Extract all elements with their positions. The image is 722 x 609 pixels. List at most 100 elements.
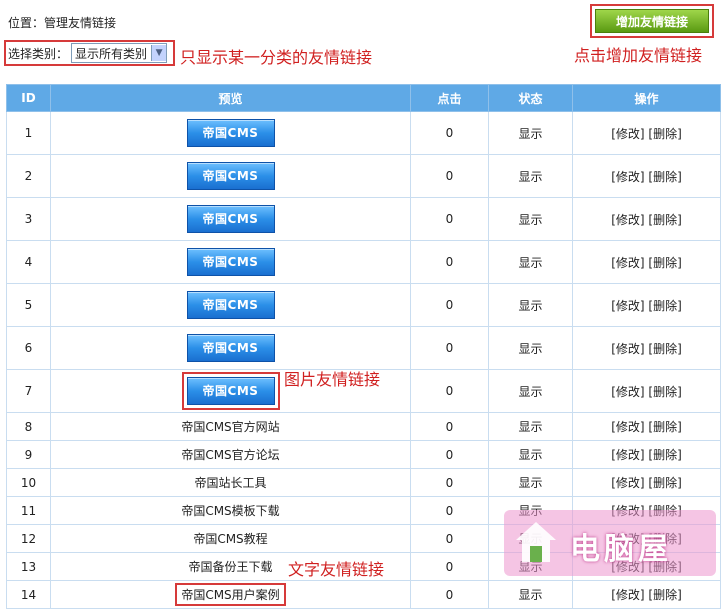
watermark-text: 电脑屋 [570, 532, 672, 567]
image-link-preview[interactable]: 帝国CMS [186, 162, 275, 190]
cell-status: 显示 [488, 111, 573, 155]
header-clicks: 点击 [410, 84, 489, 112]
text-link-preview[interactable]: 帝国CMS用户案例 [181, 588, 279, 602]
cell-preview: 帝国CMS [50, 326, 411, 370]
cell-id: 10 [6, 468, 51, 497]
cell-preview: 帝国CMS [50, 240, 411, 284]
delete-link[interactable]: [删除] [648, 213, 681, 227]
category-select-value: 显示所有类别 [75, 46, 148, 61]
delete-link[interactable]: [删除] [648, 385, 681, 399]
image-link-preview[interactable]: 帝国CMS [186, 205, 275, 233]
cell-status: 显示 [488, 412, 573, 441]
header-preview: 预览 [50, 84, 411, 112]
image-link-preview[interactable]: 帝国CMS [186, 248, 275, 276]
table-row: 9 帝国CMS官方论坛 0 显示 [修改] [删除] [6, 440, 721, 469]
image-link-preview[interactable]: 帝国CMS [186, 119, 275, 147]
table-row: 2 帝国CMS 0 显示 [修改] [删除] [6, 154, 721, 198]
cell-status: 显示 [488, 440, 573, 469]
image-link-preview[interactable]: 帝国CMS [186, 334, 275, 362]
edit-link[interactable]: [修改] [611, 299, 644, 313]
delete-link[interactable]: [删除] [648, 448, 681, 462]
edit-link[interactable]: [修改] [611, 127, 644, 141]
text-link-preview[interactable]: 帝国CMS模板下载 [181, 504, 279, 518]
edit-link[interactable]: [修改] [611, 170, 644, 184]
cell-status: 显示 [488, 580, 573, 609]
breadcrumb: 位置：管理友情链接 [8, 16, 117, 30]
cell-status: 显示 [488, 326, 573, 370]
delete-link[interactable]: [删除] [648, 420, 681, 434]
text-link-highlight: 帝国CMS用户案例 [175, 583, 286, 606]
chevron-down-icon[interactable]: ▼ [151, 45, 167, 61]
cell-actions: [修改] [删除] [572, 369, 721, 413]
image-link-preview[interactable]: 帝国CMS [186, 291, 275, 319]
edit-link[interactable]: [修改] [611, 342, 644, 356]
house-icon [516, 522, 556, 562]
text-link-preview[interactable]: 帝国CMS官方论坛 [181, 448, 279, 462]
edit-link[interactable]: [修改] [611, 213, 644, 227]
cell-id: 9 [6, 440, 51, 469]
cell-id: 5 [6, 283, 51, 327]
edit-link[interactable]: [修改] [611, 385, 644, 399]
cell-preview: 帝国CMS用户案例 [50, 580, 411, 609]
cell-clicks: 0 [410, 283, 489, 327]
header-actions: 操作 [572, 84, 721, 112]
cell-preview: 帝国CMS模板下载 [50, 496, 411, 525]
cell-id: 2 [6, 154, 51, 198]
cell-clicks: 0 [410, 580, 489, 609]
edit-link[interactable]: [修改] [611, 588, 644, 602]
cell-clicks: 0 [410, 154, 489, 198]
cell-preview: 帝国CMS [50, 111, 411, 155]
note-filter: 只显示某一分类的友情链接 [180, 48, 373, 67]
cell-status: 显示 [488, 197, 573, 241]
add-link-button[interactable]: 增加友情链接 [595, 9, 709, 33]
cell-preview: 帝国CMS [50, 283, 411, 327]
cell-id: 3 [6, 197, 51, 241]
delete-link[interactable]: [删除] [648, 127, 681, 141]
cell-clicks: 0 [410, 468, 489, 497]
watermark: 电脑屋 [504, 510, 716, 576]
cell-id: 14 [6, 580, 51, 609]
cell-preview: 帝国CMS官方网站 [50, 412, 411, 441]
cell-preview: 帝国CMS [50, 154, 411, 198]
edit-link[interactable]: [修改] [611, 476, 644, 490]
cell-actions: [修改] [删除] [572, 197, 721, 241]
delete-link[interactable]: [删除] [648, 588, 681, 602]
cell-clicks: 0 [410, 326, 489, 370]
cell-id: 7 [6, 369, 51, 413]
delete-link[interactable]: [删除] [648, 476, 681, 490]
delete-link[interactable]: [删除] [648, 170, 681, 184]
cell-actions: [修改] [删除] [572, 468, 721, 497]
text-link-preview[interactable]: 帝国CMS教程 [193, 532, 267, 546]
edit-link[interactable]: [修改] [611, 448, 644, 462]
note-text-link: 文字友情链接 [288, 560, 385, 579]
category-select[interactable]: 显示所有类别 ▼ [71, 43, 168, 63]
image-link-preview[interactable]: 帝国CMS [186, 377, 275, 405]
delete-link[interactable]: [删除] [648, 342, 681, 356]
delete-link[interactable]: [删除] [648, 256, 681, 270]
cell-id: 1 [6, 111, 51, 155]
cell-clicks: 0 [410, 111, 489, 155]
text-link-preview[interactable]: 帝国CMS官方网站 [181, 420, 279, 434]
edit-link[interactable]: [修改] [611, 420, 644, 434]
table-row: 14 帝国CMS用户案例 0 显示 [修改] [删除] [6, 580, 721, 609]
text-link-preview[interactable]: 帝国备份王下载 [188, 560, 272, 574]
edit-link[interactable]: [修改] [611, 256, 644, 270]
cell-actions: [修改] [删除] [572, 580, 721, 609]
cell-clicks: 0 [410, 496, 489, 525]
table-row: 3 帝国CMS 0 显示 [修改] [删除] [6, 197, 721, 241]
cell-clicks: 0 [410, 240, 489, 284]
header-id: ID [6, 84, 51, 112]
cell-actions: [修改] [删除] [572, 326, 721, 370]
delete-link[interactable]: [删除] [648, 299, 681, 313]
cell-preview: 帝国站长工具 [50, 468, 411, 497]
note-add: 点击增加友情链接 [574, 46, 703, 65]
cell-id: 11 [6, 496, 51, 525]
cell-status: 显示 [488, 468, 573, 497]
table-header-row: ID 预览 点击 状态 操作 [6, 84, 721, 112]
cell-id: 13 [6, 552, 51, 581]
cell-actions: [修改] [删除] [572, 440, 721, 469]
text-link-preview[interactable]: 帝国站长工具 [194, 476, 266, 490]
table-row: 4 帝国CMS 0 显示 [修改] [删除] [6, 240, 721, 284]
cell-preview: 帝国CMS [50, 197, 411, 241]
cell-clicks: 0 [410, 440, 489, 469]
